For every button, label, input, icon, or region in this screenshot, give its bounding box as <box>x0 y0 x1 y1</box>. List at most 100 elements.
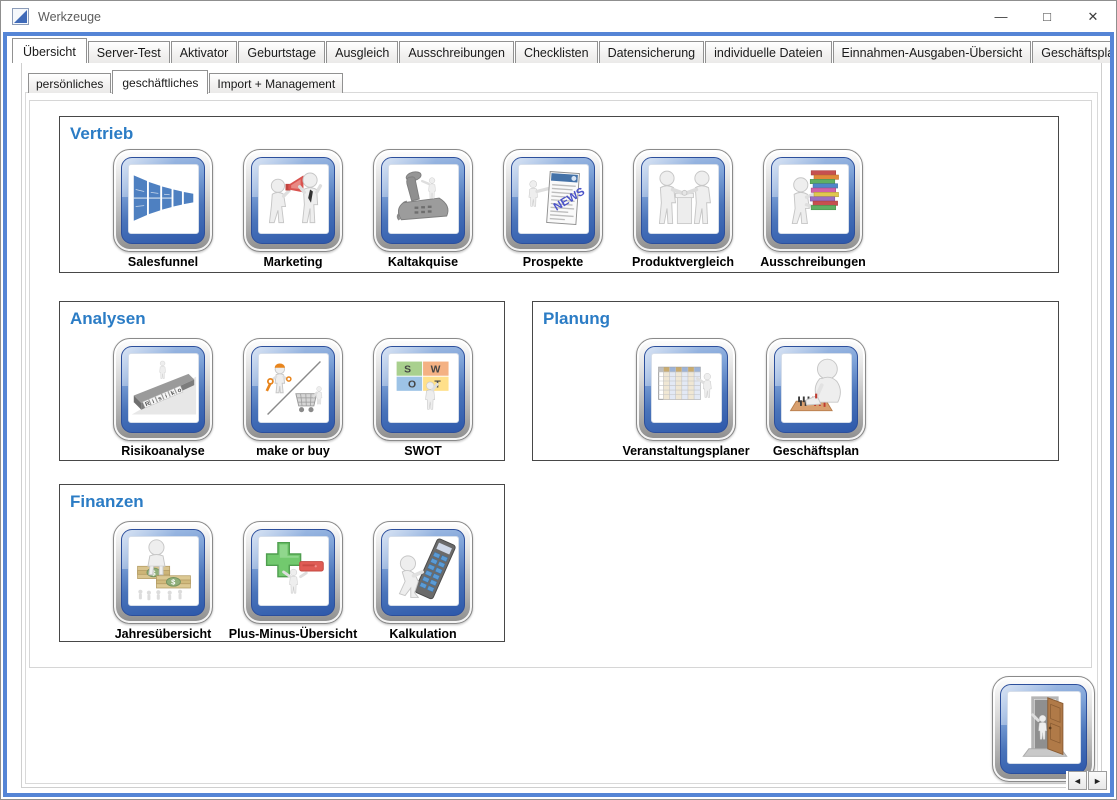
main-tab-strip: ÜbersichtServer-TestAktivatorGeburtstage… <box>7 36 1110 63</box>
main-tab-ausgleich[interactable]: Ausgleich <box>326 41 398 63</box>
tile-label: Geschäftsplan <box>773 444 859 458</box>
tiles-row-finanzen: Jahresübersicht Plus-Minus-Übersicht Kal… <box>60 521 504 641</box>
app-window: Werkzeuge — □ ✕ ÜbersichtServer-TestAkti… <box>0 0 1117 800</box>
tile-label: SWOT <box>404 444 442 458</box>
tile-label: Veranstaltungsplaner <box>622 444 749 458</box>
client-area: ÜbersichtServer-TestAktivatorGeburtstage… <box>3 32 1114 797</box>
window-controls: — □ ✕ <box>978 1 1116 32</box>
plus-minus-bersicht-button[interactable] <box>243 521 343 624</box>
exit-door-icon <box>1010 694 1078 762</box>
tile-label: Salesfunnel <box>128 255 198 269</box>
kalkulation-button[interactable] <box>373 521 473 624</box>
group-vertrieb: Vertrieb Salesfunnel Marketing <box>59 116 1059 273</box>
swot-button[interactable] <box>373 338 473 441</box>
tile-marketing: Marketing <box>228 149 358 269</box>
jahres-bersicht-button[interactable] <box>113 521 213 624</box>
make-or-buy-icon <box>260 354 328 422</box>
main-tab-einnahmen-ausgaben-bersicht[interactable]: Einnahmen-Ausgaben-Übersicht <box>833 41 1032 63</box>
tile-label: Kaltakquise <box>388 255 458 269</box>
main-tab-checklisten[interactable]: Checklisten <box>515 41 598 63</box>
tile-swot: SWOT <box>358 338 488 458</box>
tab-scroll-left-icon[interactable]: ◄ <box>1068 771 1087 790</box>
ausschreibungen-icon <box>780 165 848 233</box>
tile-label: Plus-Minus-Übersicht <box>229 627 358 641</box>
tile-plus-minus-bersicht: Plus-Minus-Übersicht <box>228 521 358 641</box>
group-title-analysen: Analysen <box>70 309 504 329</box>
tab-scroll-right-icon[interactable]: ► <box>1088 771 1107 790</box>
group-planung: Planung Veranstaltungsplaner Geschäftspl… <box>532 301 1059 461</box>
swot-icon <box>390 354 458 422</box>
tile-label: Jahresübersicht <box>115 627 212 641</box>
tile-jahres-bersicht: Jahresübersicht <box>98 521 228 641</box>
group-title-finanzen: Finanzen <box>70 492 504 512</box>
kaltakquise-icon <box>390 165 458 233</box>
maximize-button[interactable]: □ <box>1024 1 1070 32</box>
gesch-ftsplan-button[interactable] <box>766 338 866 441</box>
title-bar: Werkzeuge — □ ✕ <box>1 1 1116 32</box>
main-tab-server-test[interactable]: Server-Test <box>88 41 170 63</box>
main-tab-gesch-ftsplan[interactable]: Geschäftsplan <box>1032 41 1110 63</box>
tile-veranstaltungsplaner: Veranstaltungsplaner <box>621 338 751 458</box>
geschaeftsplan-icon <box>783 354 851 422</box>
tiles-row-planung: Veranstaltungsplaner Geschäftsplan <box>533 338 1058 458</box>
tile-ausschreibungen: Ausschreibungen <box>748 149 878 269</box>
veranstaltungsplaner-icon <box>653 354 721 422</box>
produktvergleich-icon <box>650 165 718 233</box>
tile-label: Produktvergleich <box>632 255 734 269</box>
tile-label: Prospekte <box>523 255 583 269</box>
tile-prospekte: Prospekte <box>488 149 618 269</box>
close-button[interactable]: ✕ <box>1070 1 1116 32</box>
ausschreibungen-button[interactable] <box>763 149 863 252</box>
tile-label: make or buy <box>256 444 330 458</box>
tile-kalkulation: Kalkulation <box>358 521 488 641</box>
produktvergleich-button[interactable] <box>633 149 733 252</box>
exit-button[interactable] <box>992 676 1095 782</box>
veranstaltungsplaner-button[interactable] <box>636 338 736 441</box>
tile-label: Kalkulation <box>389 627 456 641</box>
make-or-buy-button[interactable] <box>243 338 343 441</box>
tiles-row-vertrieb: Salesfunnel Marketing Kaltakquise <box>60 149 1058 269</box>
tiles-row-analysen: Risikoanalyse make or buy SWOT <box>60 338 504 458</box>
group-finanzen: Finanzen Jahresübersicht Plus-Minus-Über… <box>59 484 505 642</box>
tile-gesch-ftsplan: Geschäftsplan <box>751 338 881 458</box>
content-panel: Vertrieb Salesfunnel Marketing <box>29 100 1092 668</box>
exit-button-area <box>992 676 1095 782</box>
main-tab-geburtstage[interactable]: Geburtstage <box>238 41 325 63</box>
kalkulation-icon <box>390 537 458 605</box>
minimize-button[interactable]: — <box>978 1 1024 32</box>
group-analysen: Analysen Risikoanalyse make or buy <box>59 301 505 461</box>
marketing-button[interactable] <box>243 149 343 252</box>
jahresuebersicht-icon <box>130 537 198 605</box>
tab-scroller: ◄ ► <box>1066 771 1107 790</box>
main-tab-individuelle-dateien[interactable]: individuelle Dateien <box>705 41 831 63</box>
window-title: Werkzeuge <box>38 10 101 24</box>
main-tab-aktivator[interactable]: Aktivator <box>171 41 238 63</box>
salesfunnel-button[interactable] <box>113 149 213 252</box>
kaltakquise-button[interactable] <box>373 149 473 252</box>
main-tab-datensicherung[interactable]: Datensicherung <box>599 41 705 63</box>
tile-produktvergleich: Produktvergleich <box>618 149 748 269</box>
tile-make-or-buy: make or buy <box>228 338 358 458</box>
risikoanalyse-icon <box>130 354 198 422</box>
group-title-vertrieb: Vertrieb <box>70 124 1058 144</box>
tile-label: Marketing <box>263 255 322 269</box>
app-icon <box>12 8 29 25</box>
tile-kaltakquise: Kaltakquise <box>358 149 488 269</box>
tile-risikoanalyse: Risikoanalyse <box>98 338 228 458</box>
main-tab-bersicht[interactable]: Übersicht <box>12 38 87 63</box>
main-tab-ausschreibungen[interactable]: Ausschreibungen <box>399 41 514 63</box>
sub-tab-gesch-ftliches[interactable]: geschäftliches <box>112 70 208 94</box>
tile-label: Ausschreibungen <box>760 255 866 269</box>
prospekte-icon <box>520 165 588 233</box>
risikoanalyse-button[interactable] <box>113 338 213 441</box>
tile-label: Risikoanalyse <box>121 444 204 458</box>
prospekte-button[interactable] <box>503 149 603 252</box>
marketing-icon <box>260 165 328 233</box>
sub-tab-page: Vertrieb Salesfunnel Marketing <box>25 92 1098 784</box>
sub-tab-import-management[interactable]: Import + Management <box>209 73 343 93</box>
sub-tab-strip: persönlichesgeschäftlichesImport + Manag… <box>28 69 1061 93</box>
plus-minus-uebersicht-icon <box>260 537 328 605</box>
group-title-planung: Planung <box>543 309 1058 329</box>
main-tab-page: persönlichesgeschäftlichesImport + Manag… <box>21 62 1102 788</box>
sub-tab-pers-nliches[interactable]: persönliches <box>28 73 111 93</box>
